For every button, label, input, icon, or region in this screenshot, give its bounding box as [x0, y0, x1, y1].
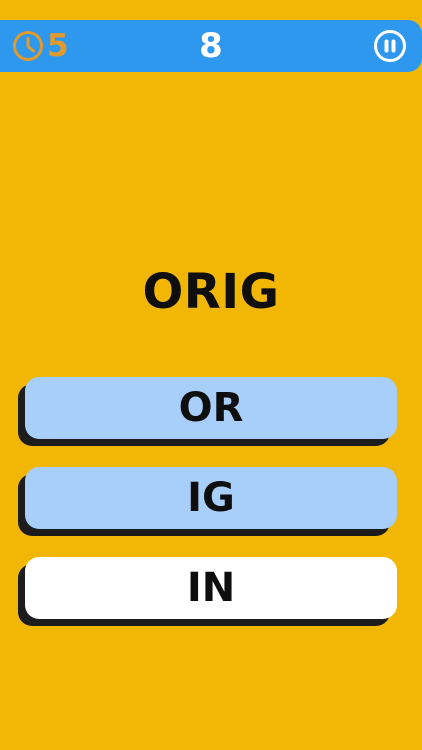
top-bar: 5 8 [0, 20, 422, 72]
answer-option-1[interactable]: OR [25, 377, 397, 439]
pause-icon-bar-left [384, 39, 389, 53]
answer-option-1-label: OR [178, 385, 244, 431]
pause-icon [374, 30, 406, 62]
answer-option-2-label: IG [187, 475, 235, 521]
clock-icon-hands [26, 37, 35, 53]
answer-option-2[interactable]: IG [25, 467, 397, 529]
prompt-word: ORIG [142, 264, 280, 320]
timer: 5 [12, 28, 69, 64]
answer-option-3[interactable]: IN [25, 557, 397, 619]
clock-icon [13, 31, 43, 61]
timer-value: 5 [47, 28, 69, 64]
pause-icon-bar-right [391, 39, 396, 53]
pause-button[interactable] [373, 29, 407, 63]
answer-option-3-label: IN [186, 565, 236, 611]
pause-icon-ring [374, 30, 406, 62]
